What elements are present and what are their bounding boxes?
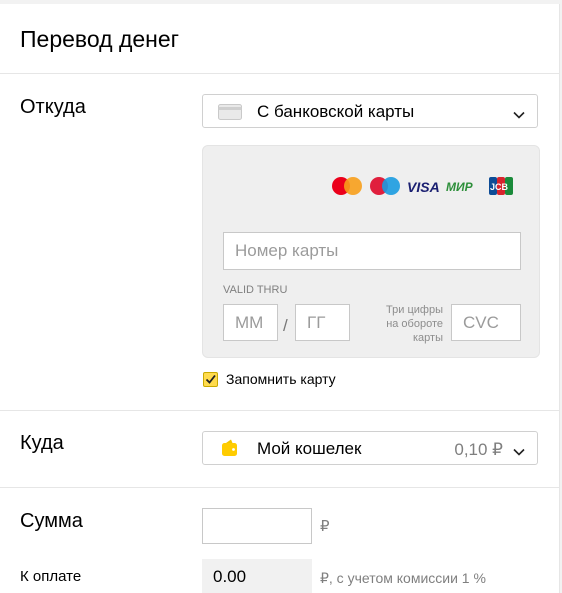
chevron-down-icon [513,106,525,124]
year-placeholder: ГГ [307,312,326,332]
chevron-down-icon [513,443,525,461]
destination-select[interactable]: Мой кошелек 0,10 ₽ [202,431,538,465]
cvc-hint: Три цифры на обороте карты [386,304,443,344]
remember-card-label[interactable]: Запомнить карту [226,371,336,387]
expiry-year-input[interactable]: ГГ [295,304,350,341]
from-label: Откуда [20,96,86,118]
card-form: VISA МИР JCB Номер карты VALID THRU ММ /… [202,145,540,358]
pay-amount-field: 0.00 [202,559,312,593]
transfer-panel: Перевод денег Откуда С банковской карты … [0,4,560,593]
divider [0,487,559,488]
commission-note: ₽, с учетом комиссии 1 % [320,570,486,586]
bank-card-icon [218,104,242,125]
wallet-icon [221,439,239,462]
valid-thru-label: VALID THRU [223,284,288,296]
amount-currency: ₽ [320,518,330,535]
remember-card-checkbox[interactable] [203,372,218,387]
cvc-input[interactable]: CVC [451,304,521,341]
divider [0,410,559,411]
wallet-balance: 0,10 ₽ [454,440,503,459]
source-select-value: С банковской карты [257,102,415,121]
amount-input[interactable] [202,508,312,544]
month-placeholder: ММ [235,312,264,332]
destination-select-value: Мой кошелек [257,439,362,458]
pay-amount-value: 0.00 [213,567,247,586]
card-number-placeholder: Номер карты [235,241,339,260]
pay-label: К оплате [20,568,82,585]
mir-logo: МИР [446,180,474,194]
cvc-placeholder: CVC [463,312,499,332]
mastercard-icon [332,177,362,195]
svg-text:JCB: JCB [490,182,509,192]
expiry-month-input[interactable]: ММ [223,304,278,341]
source-select[interactable]: С банковской карты [202,94,538,128]
checkmark-icon [205,374,216,384]
visa-logo: VISA [407,179,440,195]
page-title: Перевод денег [20,26,180,52]
amount-label: Сумма [20,510,83,532]
expiry-slash: / [283,316,288,335]
payment-systems-logos: VISA МИР JCB [332,177,513,195]
card-number-input[interactable]: Номер карты [223,232,521,270]
jcb-icon: JCB [489,177,513,195]
to-label: Куда [20,432,64,454]
maestro-icon [370,177,400,195]
divider [0,73,559,74]
